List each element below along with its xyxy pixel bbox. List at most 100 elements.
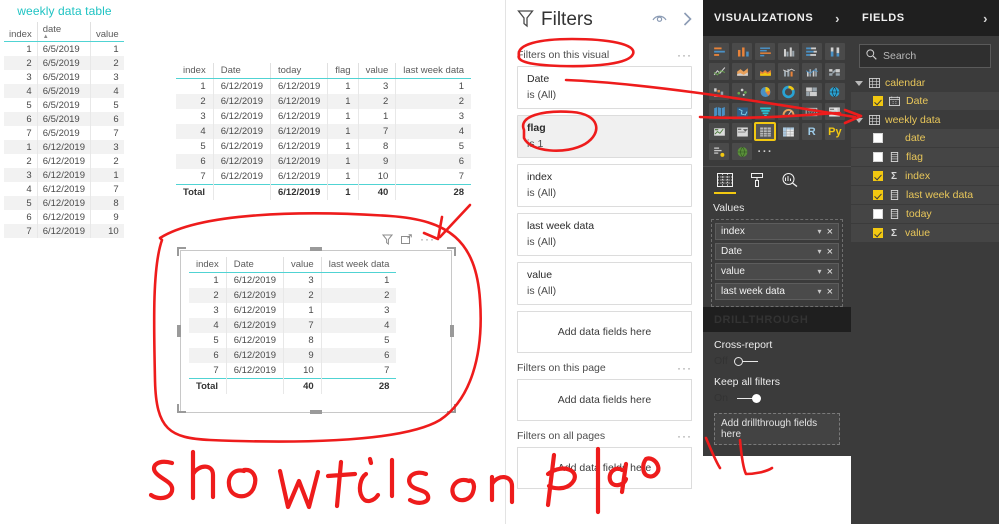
resize-handle-bottom[interactable] — [310, 410, 322, 414]
table-row[interactable]: 7 6/5/2019 7 — [4, 126, 124, 140]
section-more-icon[interactable]: ··· — [677, 49, 692, 61]
section-more-icon[interactable]: ··· — [677, 430, 692, 442]
values-well-dropzone[interactable]: index ▾ × Date ▾ × value ▾ × last week data ▾ × — [711, 219, 843, 307]
resize-handle-bottom-left[interactable] — [177, 404, 186, 413]
get-more-visuals-icon[interactable]: ··· — [755, 143, 775, 160]
filled-map-icon[interactable] — [709, 103, 730, 120]
table-row[interactable]: 1 6/12/2019 3 — [4, 140, 124, 154]
eye-hide-icon[interactable] — [652, 13, 667, 27]
field-checkbox[interactable] — [873, 133, 883, 143]
field-date[interactable]: date — [851, 129, 999, 147]
table-row[interactable]: 5 6/5/2019 5 — [4, 98, 124, 112]
values-field-last-week-data[interactable]: last week data ▾ × — [715, 283, 839, 300]
matrix-icon[interactable] — [778, 123, 799, 140]
page-filters-dropzone[interactable]: Add data fields here — [517, 379, 692, 421]
table-row[interactable]: 1 6/12/2019 3 1 — [189, 272, 396, 288]
clustered-column-chart-icon[interactable] — [778, 43, 799, 60]
key-influencers-icon[interactable] — [709, 143, 730, 160]
column-header-today[interactable]: today — [270, 63, 329, 79]
tab-fields[interactable] — [714, 173, 736, 194]
card-icon[interactable]: 123 — [801, 103, 822, 120]
remove-field-icon[interactable]: × — [827, 266, 833, 277]
stacked-bar-chart-icon[interactable] — [709, 43, 730, 60]
detail-table[interactable]: index Date today flag value last week da… — [176, 63, 472, 200]
table-row[interactable]: 3 6/12/2019 6/12/2019 1 1 3 — [176, 109, 471, 124]
column-header-last-week-data[interactable]: last week data — [321, 257, 397, 273]
table-row[interactable]: 7 6/12/2019 10 — [4, 224, 124, 238]
remove-field-icon[interactable]: × — [827, 226, 833, 237]
filter-card-flag[interactable]: flag is 1 — [517, 115, 692, 158]
visual-weekly-data-table[interactable]: weekly data table index date ▲ value 1 6/… — [2, 2, 127, 238]
resize-handle-bottom-right[interactable] — [447, 404, 456, 413]
more-options-icon[interactable]: ··· — [420, 233, 435, 245]
section-more-icon[interactable]: ··· — [677, 362, 692, 374]
resize-handle-top[interactable] — [310, 247, 322, 251]
scatter-chart-icon[interactable] — [732, 83, 753, 100]
shape-map-icon[interactable] — [732, 103, 753, 120]
resize-handle-top-left[interactable] — [177, 247, 186, 256]
filter-card-date[interactable]: Date is (All) — [517, 66, 692, 109]
fields-tree[interactable]: calendar Date weekly data date flag Σindex las… — [851, 74, 999, 242]
fields-search-box[interactable]: Search — [859, 44, 991, 68]
table-row[interactable]: 7 6/12/2019 10 7 — [189, 363, 396, 379]
column-header-last-week-data[interactable]: last week data — [395, 63, 472, 79]
table-row[interactable]: 7 6/12/2019 6/12/2019 1 10 7 — [176, 169, 471, 185]
field-flag[interactable]: flag — [851, 148, 999, 166]
resize-handle-top-right[interactable] — [447, 247, 456, 256]
column-header-value[interactable]: value — [283, 257, 322, 273]
table-row[interactable]: 3 6/5/2019 3 — [4, 70, 124, 84]
table-row[interactable]: 6 6/5/2019 6 — [4, 112, 124, 126]
multi-row-card-icon[interactable] — [824, 103, 845, 120]
donut-chart-icon[interactable] — [778, 83, 799, 100]
values-field-date[interactable]: Date ▾ × — [715, 243, 839, 260]
table-row[interactable]: 5 6/12/2019 8 — [4, 196, 124, 210]
visual-type-gallery[interactable]: 123 R Py ··· — [703, 36, 851, 163]
line-stacked-column-chart-icon[interactable] — [778, 63, 799, 80]
chevron-down-icon[interactable]: ▾ — [818, 247, 822, 256]
table-row[interactable]: 3 6/12/2019 1 — [4, 168, 124, 182]
line-clustered-column-chart-icon[interactable] — [801, 63, 822, 80]
selected-table[interactable]: index Date value last week data 1 6/12/20… — [189, 257, 397, 394]
gauge-icon[interactable] — [778, 103, 799, 120]
table-row[interactable]: 6 6/12/2019 9 6 — [189, 348, 397, 363]
field-checkbox[interactable] — [873, 209, 883, 219]
table-row[interactable]: 4 6/12/2019 7 — [4, 182, 124, 196]
area-chart-icon[interactable] — [732, 63, 753, 80]
100-stacked-column-chart-icon[interactable] — [824, 43, 845, 60]
values-field-index[interactable]: index ▾ × — [715, 223, 839, 240]
table-row[interactable]: 4 6/5/2019 4 — [4, 84, 124, 98]
pie-chart-icon[interactable] — [755, 83, 776, 100]
table-row[interactable]: 2 6/12/2019 2 2 — [189, 288, 397, 303]
column-header-index[interactable]: index — [176, 63, 214, 79]
table-icon[interactable] — [754, 122, 777, 141]
field-date[interactable]: Date — [851, 92, 999, 110]
filter-card-index[interactable]: index is (All) — [517, 164, 692, 207]
table-row[interactable]: 6 6/12/2019 6/12/2019 1 9 6 — [176, 154, 472, 169]
all-pages-filters-dropzone[interactable]: Add data fields here — [517, 447, 692, 489]
column-header-value[interactable]: value — [358, 63, 397, 79]
expand-triangle-icon[interactable] — [855, 117, 863, 123]
map-icon[interactable] — [824, 83, 845, 100]
field-value[interactable]: Σvalue — [851, 224, 999, 242]
table-row[interactable]: 2 6/12/2019 6/12/2019 1 2 2 — [176, 94, 472, 109]
field-today[interactable]: today — [851, 205, 999, 223]
column-header-date[interactable]: Date — [213, 63, 271, 79]
kpi-icon[interactable] — [709, 123, 730, 140]
resize-handle-left[interactable] — [177, 325, 181, 337]
chevron-down-icon[interactable]: ▾ — [818, 267, 822, 276]
python-visual-icon[interactable]: Py — [824, 123, 845, 140]
arcgis-maps-icon[interactable] — [732, 143, 753, 160]
field-last-week-data[interactable]: last week data — [851, 186, 999, 204]
cross-report-toggle[interactable]: Off — [714, 355, 840, 367]
chevron-down-icon[interactable]: ▾ — [818, 227, 822, 236]
table-row[interactable]: 3 6/12/2019 1 3 — [189, 303, 396, 318]
clustered-bar-chart-icon[interactable] — [755, 43, 776, 60]
weekly-data-table[interactable]: index date ▲ value 1 6/5/2019 1 2 6/5/2019 2 3… — [4, 22, 124, 238]
100-stacked-bar-chart-icon[interactable] — [801, 43, 822, 60]
filter-icon[interactable] — [382, 234, 393, 245]
drillthrough-dropzone[interactable]: Add drillthrough fields here — [714, 413, 840, 445]
drillthrough-panel[interactable]: DRILLTHROUGH Cross-report Off Keep all f… — [703, 307, 851, 455]
line-chart-icon[interactable] — [709, 63, 730, 80]
chevron-down-icon[interactable]: ▾ — [818, 287, 822, 296]
column-header-date[interactable]: Date — [226, 257, 284, 273]
